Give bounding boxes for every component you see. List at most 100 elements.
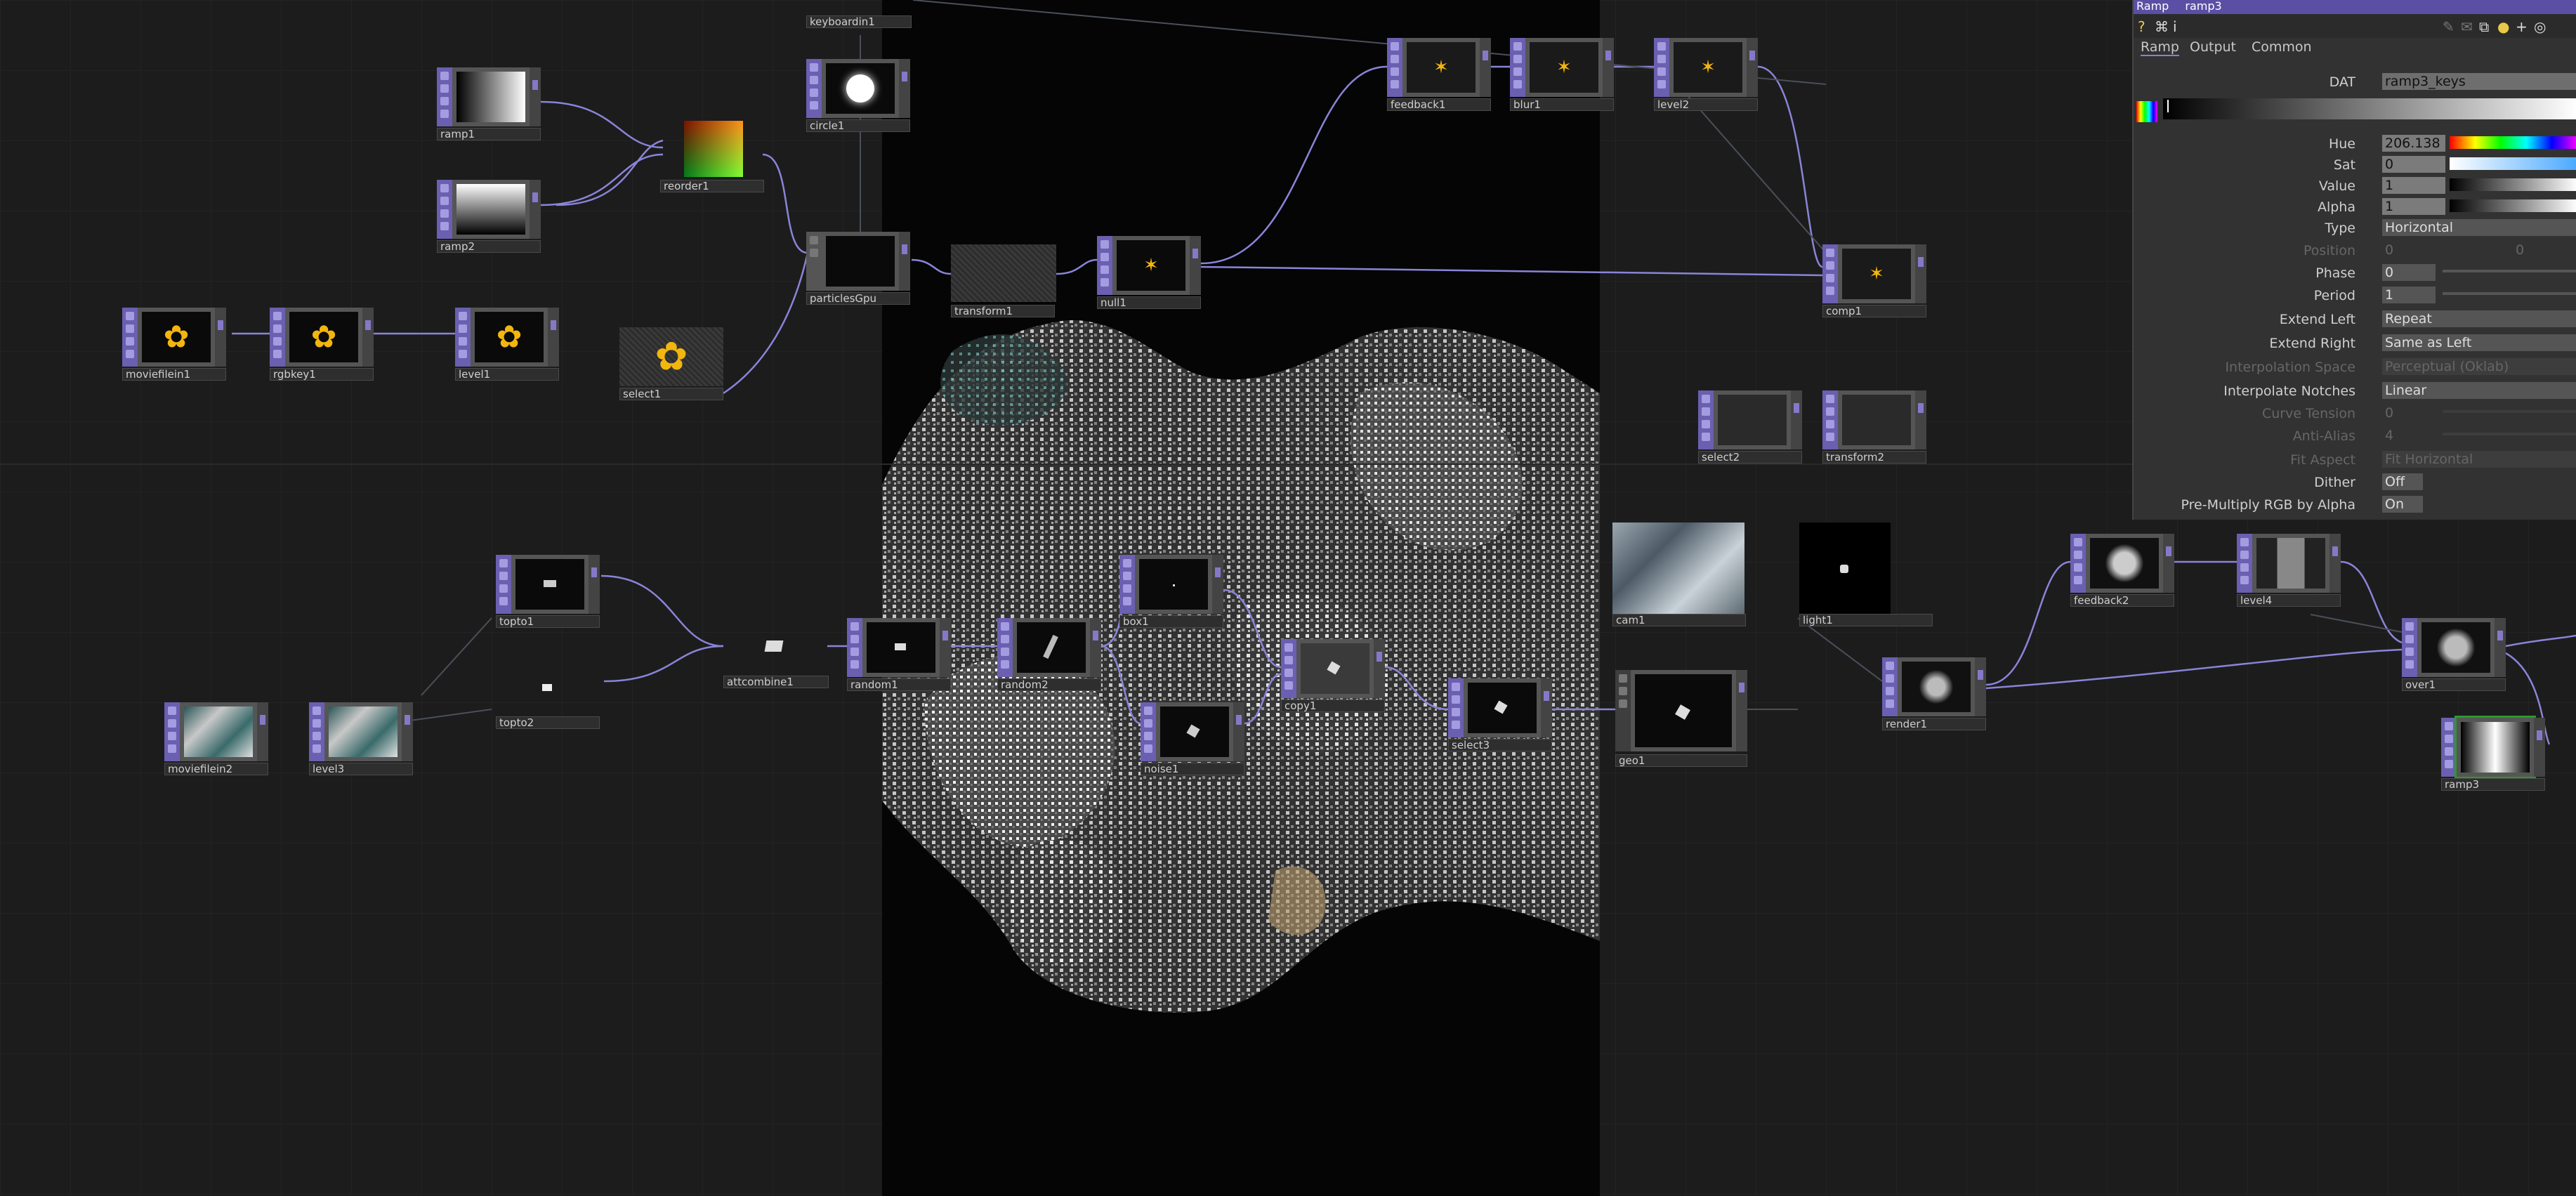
extend-left-menu[interactable]: Repeat [2382,310,2576,327]
ramp3-node[interactable]: ramp3 [2441,716,2545,794]
extend-right-menu[interactable]: Same as Left [2382,334,2576,351]
flower-glyph-icon: ✿ [496,319,523,355]
node-label: circle1 [806,119,910,132]
add-icon[interactable]: + [2516,18,2528,35]
python-icon[interactable]: ⌘ [2155,18,2169,35]
value-slider[interactable] [2450,178,2576,191]
random2-node[interactable]: random2 [997,618,1101,694]
transform2-node[interactable]: transform2 [1822,390,1926,466]
hue-slider[interactable] [2450,136,2576,149]
particlesGpu-node[interactable]: particlesGpu [806,232,910,308]
geo1-node[interactable]: geo1 [1615,670,1747,775]
curve-tension-field[interactable]: 0 [2382,405,2436,421]
anti-alias-slider[interactable] [2443,433,2576,435]
node-label: feedback1 [1387,98,1491,111]
level2-node[interactable]: ✶ level2 [1654,38,1758,114]
period-slider[interactable] [2443,292,2576,295]
type-menu[interactable]: Horizontal [2382,219,2576,236]
fit-aspect-menu[interactable]: Fit Horizontal [2382,451,2576,468]
node-label: blur1 [1510,98,1614,111]
level4-node[interactable]: level4 [2237,534,2341,610]
settings-icon[interactable]: ◎ [2534,18,2546,35]
render1-node[interactable]: render1 [1882,657,1986,733]
dither-toggle[interactable]: Off [2382,473,2423,490]
param-label: Extend Right [2269,336,2355,351]
circle1-node[interactable]: circle1 [806,59,912,135]
panel-toolbar: ? ⌘ i ✎ ✉ ⧉ ● + ◎ [2134,14,2576,38]
over1-node[interactable]: over1 [2402,618,2506,694]
comment-icon[interactable]: ✉ [2461,18,2473,35]
param-label: Alpha [2317,199,2355,215]
phase-slider[interactable] [2443,270,2576,272]
copy1-node[interactable]: copy1 [1281,639,1385,715]
operator-name[interactable]: ramp3 [2185,0,2221,13]
sat-slider[interactable] [2450,157,2576,170]
ramp-editor[interactable] [2163,94,2576,129]
node-label: light1 [1799,614,1933,626]
null1-node[interactable]: ✶ null1 [1097,236,1201,312]
param-label: Anti-Alias [2292,428,2355,444]
param-hue: Hue 206.138 [2134,133,2576,153]
position-x-field[interactable]: 0 [2382,242,2445,258]
python-script-icon[interactable]: ● [2497,18,2509,35]
param-phase: Phase 0 [2134,263,2576,282]
period-field[interactable]: 1 [2382,287,2436,303]
node-label: transform1 [951,305,1055,317]
moviefilein2-node[interactable]: moviefilein2 [164,702,268,778]
feedback1-node[interactable]: ✶ feedback1 [1387,38,1491,114]
phase-field[interactable]: 0 [2382,264,2436,281]
node-label: reorder1 [660,180,764,192]
help-icon[interactable]: ? [2138,18,2145,35]
hue-field[interactable]: 206.138 [2382,135,2445,152]
color-palette-icon[interactable] [2136,101,2157,122]
select3-node[interactable]: select3 [1448,678,1552,754]
tab-output[interactable]: Output [2190,39,2236,55]
ramp2-node[interactable]: ramp2 [437,180,541,256]
curve-tension-slider[interactable] [2443,410,2576,413]
topto1-node[interactable]: topto1 [496,555,600,631]
info-icon[interactable]: i [2173,18,2177,35]
alpha-field[interactable]: 1 [2382,198,2445,215]
param-label: Interpolation Space [2225,360,2355,375]
param-label: Curve Tension [2261,406,2355,421]
node-label: box1 [1119,615,1223,628]
blur1-node[interactable]: ✶ blur1 [1510,38,1614,114]
moviefilein1-node[interactable]: ✿ moviefilein1 [122,308,226,383]
level3-node[interactable]: level3 [309,702,413,778]
node-label: level3 [309,763,413,775]
tab-ramp[interactable]: Ramp [2141,39,2179,56]
position-y-field[interactable]: 0 [2513,242,2576,258]
node-label: select2 [1698,451,1802,464]
anti-alias-field[interactable]: 4 [2382,427,2436,444]
node-label: copy1 [1281,699,1385,712]
level1-node[interactable]: ✿ level1 [455,308,559,383]
tab-common[interactable]: Common [2252,39,2312,55]
random1-node[interactable]: random1 [847,618,951,694]
node-label: comp1 [1822,305,1926,317]
box1-node[interactable]: box1 [1119,555,1223,631]
param-value: Value 1 [2134,176,2576,195]
premultiply-toggle[interactable]: On [2382,496,2423,513]
node-label: moviefilein1 [122,368,226,381]
comp1-node[interactable]: ✶ comp1 [1822,244,1926,320]
rgbkey1-node[interactable]: ✿ rgbkey1 [270,308,374,383]
ramp1-node[interactable]: ramp1 [437,67,541,143]
value-field[interactable]: 1 [2382,177,2445,194]
feedback2-node[interactable]: feedback2 [2070,534,2174,610]
param-extend-left: Extend Left Repeat [2134,309,2576,329]
node-label: rgbkey1 [270,368,374,381]
select2-node[interactable]: select2 [1698,390,1802,466]
node-label: particlesGpu [806,292,910,305]
alpha-slider[interactable] [2450,199,2576,212]
edit-icon[interactable]: ✎ [2443,18,2455,35]
node-label: transform2 [1822,451,1926,464]
node-label: random1 [847,678,951,691]
node-label: topto1 [496,615,600,628]
sat-field[interactable]: 0 [2382,156,2445,173]
copy-icon[interactable]: ⧉ [2479,18,2489,35]
noise1-node[interactable]: noise1 [1141,702,1244,778]
dat-field[interactable]: ramp3_keys [2382,73,2576,90]
interpolate-notches-menu[interactable]: Linear [2382,382,2576,399]
param-label: Period [2313,288,2355,303]
interpolation-space-menu[interactable]: Perceptual (Oklab) [2382,358,2576,375]
